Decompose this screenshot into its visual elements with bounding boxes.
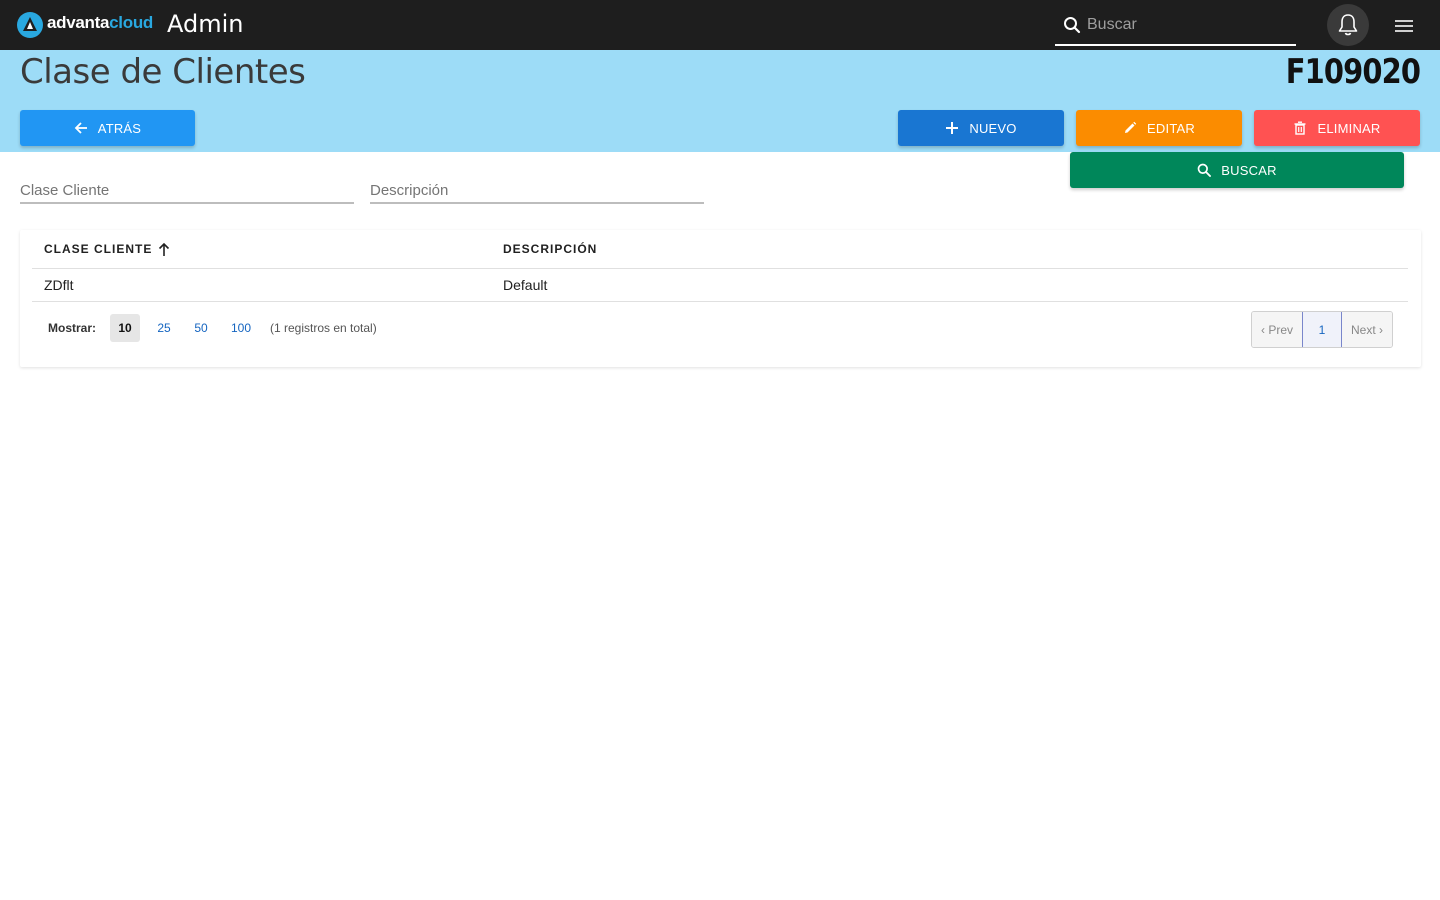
page-size-label: Mostrar: [48,321,97,335]
column-header-descripcion-label: DESCRIPCIÓN [503,242,598,256]
bell-icon [1338,14,1358,36]
next-page-button[interactable]: Next › [1342,312,1392,347]
clase-cliente-filter [20,178,354,204]
clase-cliente-input[interactable] [20,178,354,202]
top-bar: advantacloud Admin [0,0,1440,50]
plus-icon [946,122,959,134]
table-cell-clase[interactable]: ZDflt [44,277,74,293]
app-title: Admin [167,10,244,38]
table-divider [32,301,1408,302]
page-number-button[interactable]: 1 [1302,312,1342,347]
page-code: F109020 [1285,52,1421,92]
table-divider [32,268,1408,269]
notifications-button[interactable] [1327,4,1369,46]
column-header-descripcion[interactable]: DESCRIPCIÓN [503,242,597,256]
page-size-option-100[interactable]: 100 [225,314,257,342]
edit-button-label: EDITAR [1147,120,1195,136]
prev-page-button[interactable]: ‹ Prev [1252,312,1302,347]
column-header-clase-cliente[interactable]: CLASE CLIENTE [44,242,170,256]
search-button-label: BUSCAR [1221,162,1277,178]
descripcion-input[interactable] [370,178,704,202]
search-button[interactable]: BUSCAR [1070,152,1404,188]
delete-button-label: ELIMINAR [1317,120,1381,136]
back-button[interactable]: ATRÁS [20,110,195,146]
trash-icon [1294,121,1306,135]
pagination: ‹ Prev 1 Next › [1251,311,1393,348]
page-size-option-25[interactable]: 25 [149,314,179,342]
search-icon [1197,163,1212,177]
total-records-text: (1 registros en total) [270,321,377,335]
global-search [1055,6,1296,46]
new-button[interactable]: NUEVO [898,110,1064,146]
brand-name: advantacloud [47,13,153,33]
results-table-card: CLASE CLIENTE DESCRIPCIÓN ZDflt Default … [20,230,1421,367]
search-icon [1064,17,1081,34]
brand-part-cloud: cloud [109,13,153,32]
back-button-label: ATRÁS [97,120,142,136]
hamburger-menu-icon[interactable] [1393,17,1415,35]
advanta-logo-icon [17,12,43,38]
brand-part-advanta: advanta [47,13,110,32]
column-header-clase-label: CLASE CLIENTE [44,242,153,256]
global-search-input[interactable] [1087,12,1287,38]
pencil-icon [1125,121,1137,133]
delete-button[interactable]: ELIMINAR [1254,110,1420,146]
new-button-label: NUEVO [969,120,1017,136]
table-cell-descripcion[interactable]: Default [503,277,547,293]
edit-button[interactable]: EDITAR [1076,110,1242,146]
arrow-left-icon [74,122,87,134]
sort-ascending-icon [159,242,170,256]
page-title: Clase de Clientes [20,52,306,92]
descripcion-filter [370,178,704,204]
page-size-option-50[interactable]: 50 [186,314,216,342]
page-header: Clase de Clientes F109020 ATRÁS NUEVO ED… [0,50,1440,152]
page-size-option-10[interactable]: 10 [110,314,140,342]
